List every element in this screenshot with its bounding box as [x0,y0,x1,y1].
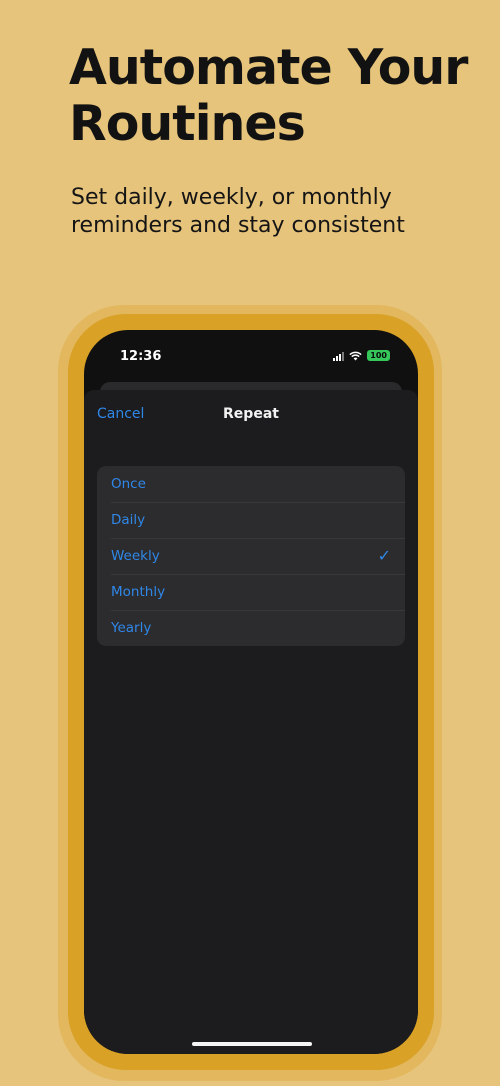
option-label: Daily [111,512,146,528]
status-time: 12:36 [120,349,162,364]
promo-subhead: Set daily, weekly, or monthly reminders … [71,185,405,238]
sheet-title: Repeat [223,406,279,422]
repeat-sheet: Cancel Repeat Once Daily Weekly ✓ Monthl… [84,390,418,1054]
battery-icon: 100 [367,350,390,361]
checkmark-icon: ✓ [377,546,391,565]
status-bar: 12:36 100 [84,330,418,384]
signal-icon [333,351,345,361]
status-icons: 100 [333,350,390,361]
phone-screen: 12:36 100 Cancel Repeat Once Daily Weekl… [84,330,418,1054]
repeat-options-list: Once Daily Weekly ✓ Monthly Yearly [97,466,405,646]
phone-frame: 12:36 100 Cancel Repeat Once Daily Weekl… [68,314,434,1070]
option-monthly[interactable]: Monthly [97,574,405,610]
promo-headline: Automate Your Routines [69,39,468,152]
option-daily[interactable]: Daily [97,502,405,538]
option-label: Yearly [111,620,152,636]
option-label: Monthly [111,584,166,600]
option-label: Weekly [111,548,160,564]
home-indicator[interactable] [192,1042,312,1046]
option-once[interactable]: Once [97,466,405,502]
option-yearly[interactable]: Yearly [97,610,405,646]
wifi-icon [349,351,362,361]
option-weekly[interactable]: Weekly ✓ [97,538,405,574]
option-label: Once [111,476,146,492]
